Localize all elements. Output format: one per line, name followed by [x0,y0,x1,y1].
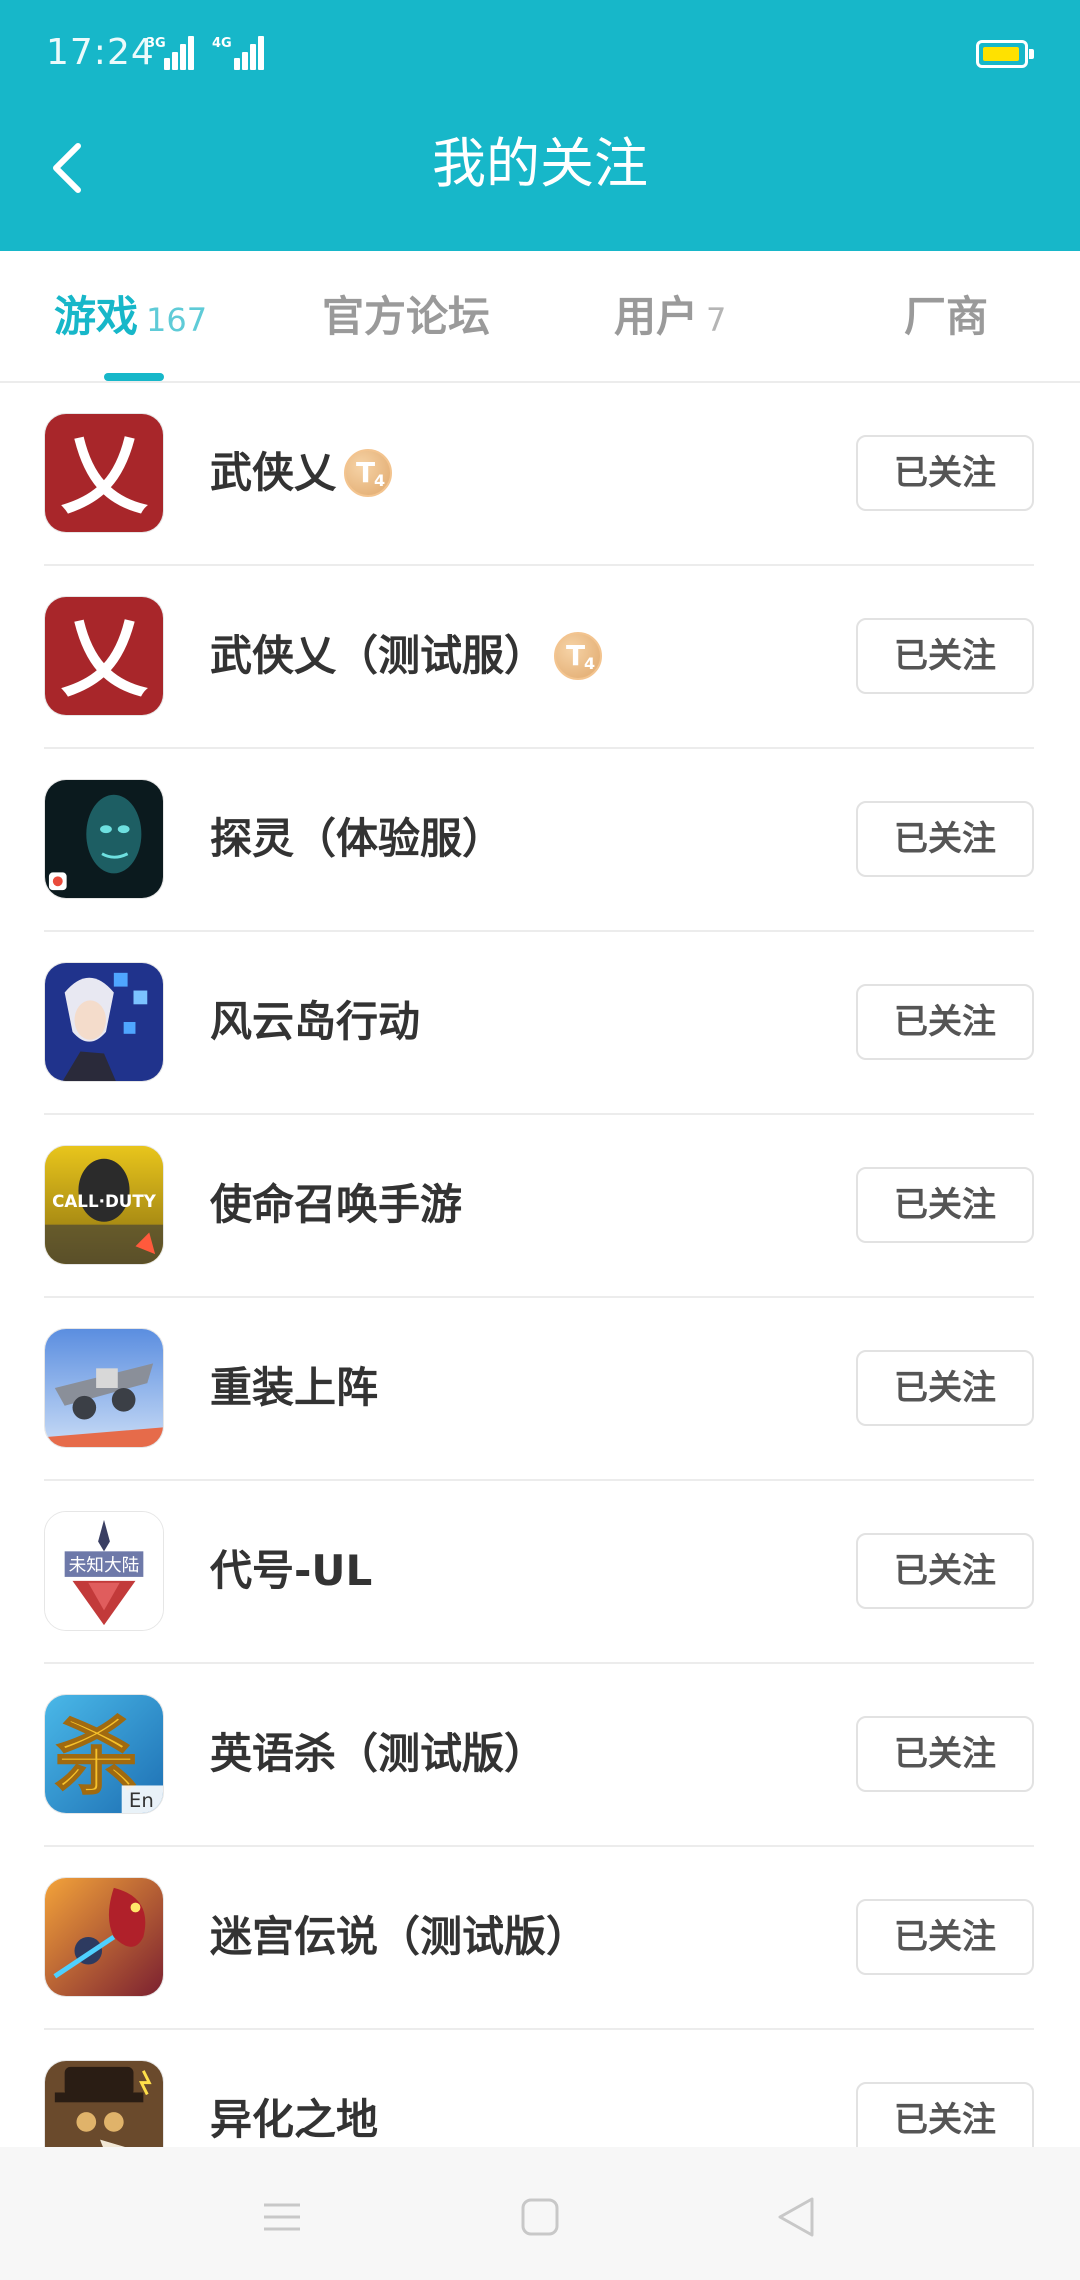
yihua-icon[interactable] [44,2060,164,2147]
game-name[interactable]: 英语杀（测试版） [210,1722,546,1786]
followed-button[interactable]: 已关注 [856,618,1034,694]
followed-button[interactable]: 已关注 [856,2082,1034,2147]
game-name[interactable]: 使命召唤手游 [210,1173,462,1237]
list-item[interactable]: 探灵（体验服） 已关注 [0,749,1080,932]
list-item[interactable]: 杀 En 英语杀（测试版） 已关注 [0,1664,1080,1847]
game-name[interactable]: 风云岛行动 [210,990,420,1054]
list-item[interactable]: 乂 武侠乂（测试服） T 4 已关注 [0,566,1080,749]
svg-text:未知大陆: 未知大陆 [69,1555,140,1576]
svg-text:乂: 乂 [61,425,149,525]
game-name[interactable]: 武侠乂（测试服） T 4 [210,624,603,688]
tab-count: 7 [706,301,727,339]
level-badge-icon: T4 [344,448,393,497]
list-item[interactable]: 风云岛行动 已关注 [0,932,1080,1115]
game-name[interactable]: 异化之地 [210,2088,378,2147]
tab-bar: 游戏 167 官方论坛 用户 7 厂商 [0,251,1080,383]
tab-official-forum[interactable]: 官方论坛 [322,287,490,347]
header-bar: 17:24 3G 4G 我的关注 [0,0,1080,251]
page-title: 我的关注 [432,132,648,195]
yingyusha-icon[interactable]: 杀 En [44,1694,164,1814]
tab-indicator [104,373,164,381]
svg-text:CALL·DUTY: CALL·DUTY [52,1191,157,1211]
call-of-duty-icon[interactable]: CALL·DUTY [44,1145,164,1265]
battery-icon [976,40,1034,68]
game-name[interactable]: 武侠乂 T 4 [210,441,393,505]
tab-vendors[interactable]: 厂商 [904,287,988,347]
list-item[interactable]: 重装上阵 已关注 [0,1298,1080,1481]
tab-label: 游戏 [54,292,139,341]
game-name[interactable]: 重装上阵 [210,1356,378,1420]
followed-games-list: 乂 武侠乂 T 4 已关注 乂 武侠乂（测试服） T 4 已关注 探灵（体验服）… [0,383,1080,2147]
svg-text:乂: 乂 [61,608,149,708]
list-item[interactable]: 异化之地 已关注 [0,2030,1080,2147]
followed-button[interactable]: 已关注 [856,801,1034,877]
followed-button[interactable]: 已关注 [856,984,1034,1060]
tab-count: 167 [146,301,208,339]
menu-icon[interactable] [252,2187,312,2247]
list-item[interactable]: 迷宫伝说（测试版） 已关注 [0,1847,1080,2030]
followed-button[interactable]: 已关注 [856,1350,1034,1426]
tanling-icon[interactable] [44,779,164,899]
tab-users[interactable]: 用户 7 [614,287,726,347]
tab-label: 厂商 [904,292,989,341]
wuxia-icon[interactable]: 乂 [44,413,164,533]
game-name[interactable]: 代号-UL [210,1539,372,1603]
tab-label: 官方论坛 [322,292,491,341]
wuxia-icon[interactable]: 乂 [44,596,164,716]
followed-button[interactable]: 已关注 [856,1716,1034,1792]
zhongzhuang-icon[interactable] [44,1328,164,1448]
followed-button[interactable]: 已关注 [856,435,1034,511]
svg-text:En: En [129,1789,154,1812]
signal-4g-icon: 4G [212,34,264,70]
tab-games[interactable]: 游戏 167 [54,287,207,347]
game-name[interactable]: 探灵（体验服） [210,807,504,871]
list-item[interactable]: 乂 武侠乂 T 4 已关注 [0,383,1080,566]
list-item[interactable]: CALL·DUTY 使命召唤手游 已关注 [0,1115,1080,1298]
daihao-ul-icon[interactable]: 未知大陆 [44,1511,164,1631]
level-badge-icon: T4 [554,631,603,680]
game-name[interactable]: 迷宫伝说（测试版） [210,1905,588,1969]
system-nav-bar [0,2147,1080,2280]
status-bar: 17:24 3G 4G [0,0,1080,104]
fengyundao-icon[interactable] [44,962,164,1082]
followed-button[interactable]: 已关注 [856,1899,1034,1975]
maze-icon[interactable] [44,1877,164,1997]
followed-button[interactable]: 已关注 [856,1167,1034,1243]
home-icon[interactable] [510,2187,570,2247]
back-triangle-icon[interactable] [766,2187,826,2247]
list-item[interactable]: 未知大陆 代号-UL 已关注 [0,1481,1080,1664]
signal-3g-icon: 3G [146,34,194,70]
tab-label: 用户 [614,292,699,341]
followed-button[interactable]: 已关注 [856,1533,1034,1609]
status-time: 17:24 [46,32,155,73]
